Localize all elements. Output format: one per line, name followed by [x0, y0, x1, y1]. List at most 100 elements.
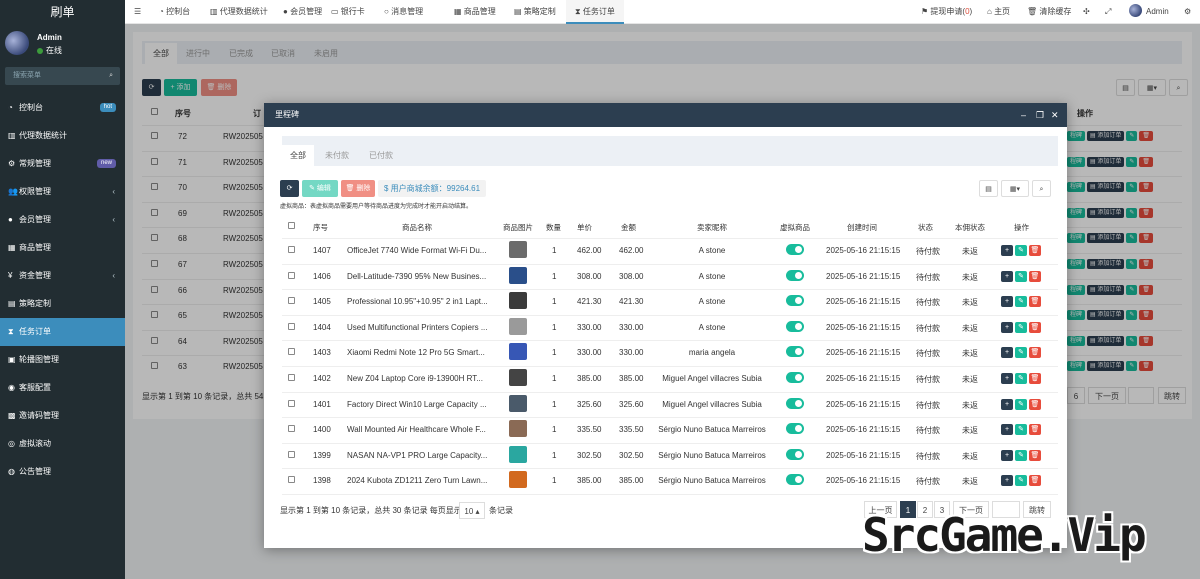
modal-row-checkbox[interactable]: [288, 476, 295, 484]
sidebar-item-12[interactable]: ◎ 虚拟滚动: [0, 430, 125, 458]
edit-icon[interactable]: ✎: [1015, 245, 1027, 256]
modal-export-button[interactable]: ▦▾: [1001, 180, 1029, 197]
modal-row-checkbox[interactable]: [288, 425, 295, 433]
edit-icon[interactable]: ✎: [1015, 347, 1027, 359]
settings-gear-icon[interactable]: ⚙: [1184, 0, 1191, 24]
modal-select-all-checkbox[interactable]: [288, 222, 295, 229]
edit-icon[interactable]: ✎: [1015, 398, 1027, 410]
nav-tab-6[interactable]: ▤ 策略定制: [514, 0, 556, 24]
edit-icon[interactable]: ✎: [1015, 296, 1027, 308]
home-link[interactable]: ⌂ 主页: [987, 0, 1010, 24]
modal-row-checkbox[interactable]: [288, 348, 295, 356]
sidebar-item-7[interactable]: ▤ 策略定制: [0, 290, 125, 318]
edit-icon[interactable]: ✎: [1015, 475, 1027, 487]
nav-tab-0[interactable]: ◔ 控制台: [159, 0, 190, 24]
product-image[interactable]: [509, 420, 527, 438]
withdraw-link[interactable]: ⚑ 提现申请(0): [921, 0, 972, 24]
modal-search-button[interactable]: ⌕: [1032, 180, 1051, 197]
sidebar-item-9[interactable]: ▣ 轮播图管理: [0, 346, 125, 374]
add-icon[interactable]: +: [1001, 475, 1013, 487]
virtual-goods-toggle[interactable]: [786, 295, 804, 307]
virtual-goods-toggle[interactable]: [786, 372, 804, 383]
add-icon[interactable]: +: [1001, 424, 1013, 436]
modal-delete-button[interactable]: 🗑 删除: [341, 180, 375, 197]
sidebar-item-5[interactable]: ▦ 商品管理: [0, 234, 125, 262]
modal-tab-2[interactable]: 已付款: [361, 145, 401, 166]
product-image[interactable]: [509, 343, 527, 361]
edit-icon[interactable]: ✎: [1015, 449, 1027, 461]
modal-tab-0[interactable]: 全部: [282, 145, 314, 166]
virtual-goods-toggle[interactable]: [786, 474, 804, 486]
nav-tab-7[interactable]: ⧗ 任务订单: [566, 0, 624, 24]
product-image[interactable]: [509, 241, 527, 258]
modal-row-checkbox[interactable]: [288, 322, 295, 330]
virtual-goods-toggle[interactable]: [786, 320, 804, 332]
sidebar-item-1[interactable]: ▥ 代理数据统计: [0, 122, 125, 150]
product-image[interactable]: [509, 317, 527, 335]
virtual-goods-toggle[interactable]: [786, 448, 804, 460]
nav-tab-1[interactable]: ▥ 代理数据统计: [210, 0, 268, 24]
sidebar-item-2[interactable]: ⚙ 常规管理 new: [0, 150, 125, 178]
trash-icon[interactable]: 🗑: [1029, 424, 1041, 436]
modal-row-checkbox[interactable]: [288, 246, 295, 253]
product-image[interactable]: [509, 266, 527, 284]
sidebar-item-3[interactable]: 👥权限管理 ‹: [0, 178, 125, 206]
modal-tab-1[interactable]: 未付款: [317, 145, 357, 166]
add-icon[interactable]: +: [1001, 398, 1013, 410]
modal-edit-button[interactable]: ✎ 编辑: [302, 180, 338, 197]
add-icon[interactable]: +: [1001, 373, 1013, 384]
edit-icon[interactable]: ✎: [1015, 373, 1027, 384]
sidebar-item-8[interactable]: ⧗ 任务订单: [0, 318, 125, 346]
sidebar-item-11[interactable]: ▩ 邀请码管理: [0, 402, 125, 430]
modal-row-checkbox[interactable]: [288, 450, 295, 458]
edit-icon[interactable]: ✎: [1015, 270, 1027, 282]
virtual-goods-toggle[interactable]: [786, 423, 804, 435]
product-image[interactable]: [509, 369, 527, 386]
trash-icon[interactable]: 🗑: [1029, 321, 1041, 333]
modal-row-checkbox[interactable]: [288, 271, 295, 279]
add-icon[interactable]: +: [1001, 321, 1013, 333]
nav-tab-2[interactable]: ● 会员管理: [283, 0, 322, 24]
trash-icon[interactable]: 🗑: [1029, 373, 1041, 384]
trash-icon[interactable]: 🗑: [1029, 296, 1041, 308]
product-image[interactable]: [509, 292, 527, 310]
clear-cache-link[interactable]: 🗑 清除缓存: [1027, 0, 1071, 24]
virtual-goods-toggle[interactable]: [786, 346, 804, 358]
modal-row-checkbox[interactable]: [288, 374, 295, 381]
trash-icon[interactable]: 🗑: [1029, 347, 1041, 359]
add-icon[interactable]: +: [1001, 245, 1013, 256]
modal-row-checkbox[interactable]: [288, 399, 295, 407]
sidebar-item-13[interactable]: ◍ 公告管理: [0, 458, 125, 486]
product-image[interactable]: [509, 394, 527, 412]
product-image[interactable]: [509, 445, 527, 463]
add-icon[interactable]: +: [1001, 270, 1013, 282]
sidebar-item-10[interactable]: ◉ 客服配置: [0, 374, 125, 402]
sidebar-item-6[interactable]: ¥ 资金管理 ‹: [0, 262, 125, 290]
edit-icon[interactable]: ✎: [1015, 424, 1027, 436]
menu-toggle-icon[interactable]: ☰: [134, 0, 141, 24]
close-icon[interactable]: ✕: [1051, 103, 1059, 127]
product-image[interactable]: [509, 471, 527, 489]
add-icon[interactable]: +: [1001, 449, 1013, 461]
trash-icon[interactable]: 🗑: [1029, 449, 1041, 461]
add-icon[interactable]: +: [1001, 296, 1013, 308]
virtual-goods-toggle[interactable]: [786, 269, 804, 281]
maximize-icon[interactable]: ❐: [1036, 103, 1044, 127]
trash-icon[interactable]: 🗑: [1029, 475, 1041, 487]
search-icon[interactable]: ⌕: [109, 67, 113, 85]
modal-row-checkbox[interactable]: [288, 297, 295, 305]
trash-icon[interactable]: 🗑: [1029, 245, 1041, 256]
trash-icon[interactable]: 🗑: [1029, 270, 1041, 282]
menu-search-input[interactable]: 搜索菜单 ⌕: [5, 67, 120, 85]
add-icon[interactable]: +: [1001, 347, 1013, 359]
virtual-goods-toggle[interactable]: [786, 397, 804, 409]
fullscreen-icon[interactable]: ⤢: [1105, 0, 1111, 24]
virtual-goods-toggle[interactable]: [786, 244, 804, 255]
modal-columns-button[interactable]: ▤: [979, 180, 998, 197]
trash-icon[interactable]: 🗑: [1029, 398, 1041, 410]
edit-icon[interactable]: ✎: [1015, 321, 1027, 333]
brand-logo[interactable]: 刷单: [0, 0, 125, 24]
nav-tab-4[interactable]: ○ 消息管理: [384, 0, 423, 24]
sidebar-item-4[interactable]: ● 会员管理 ‹: [0, 206, 125, 234]
minimize-icon[interactable]: –: [1021, 103, 1026, 127]
